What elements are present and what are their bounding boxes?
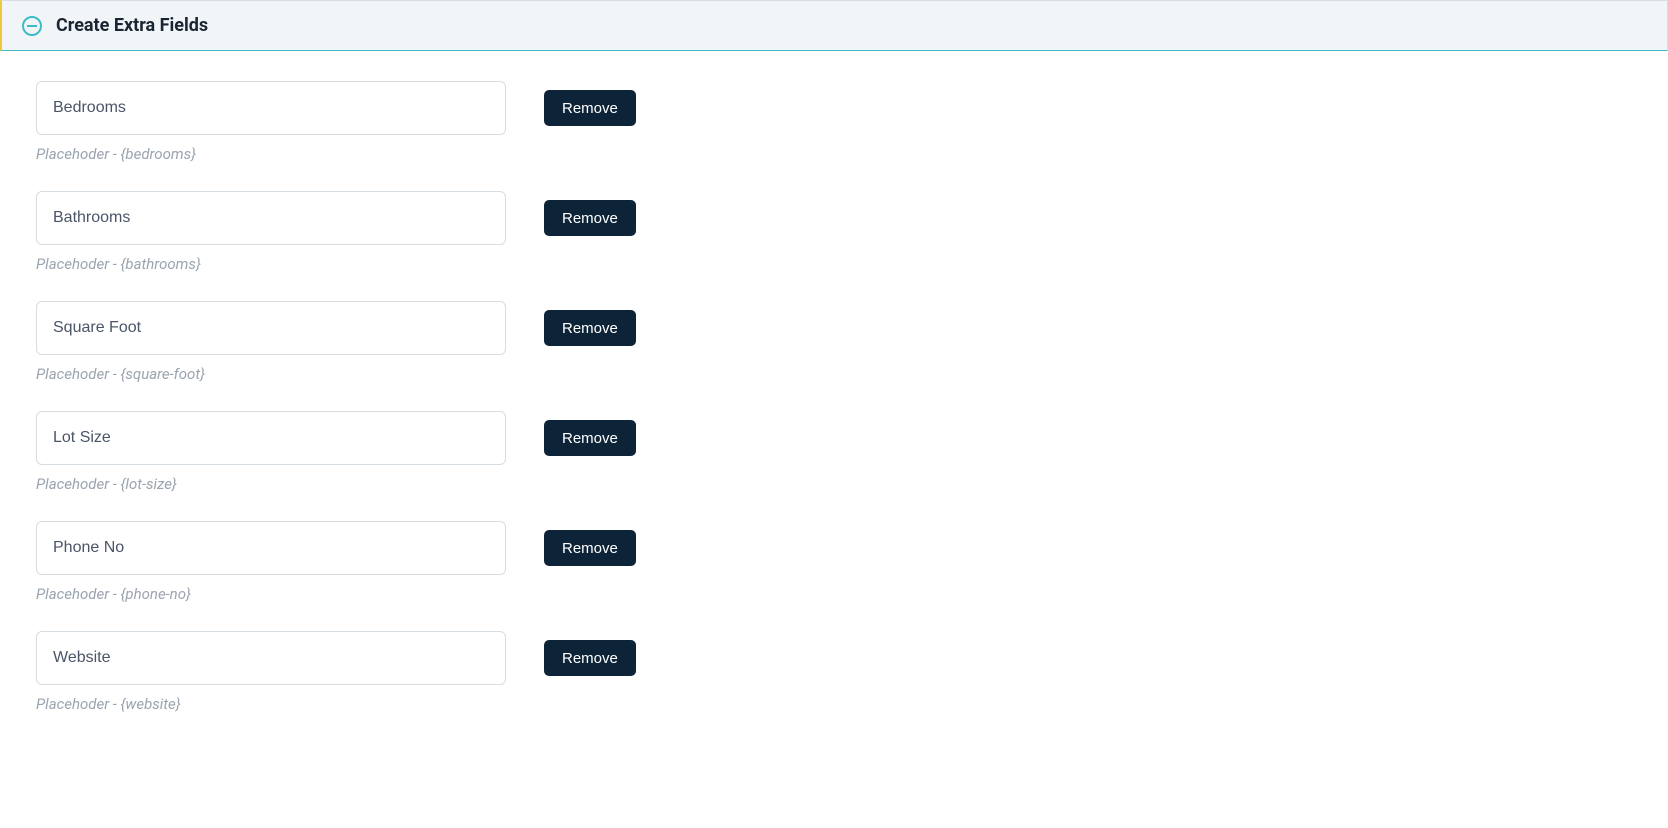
field-row: Placehoder - {lot-size} Remove xyxy=(36,411,1632,493)
field-col: Placehoder - {phone-no} xyxy=(36,521,506,603)
field-col: Placehoder - {website} xyxy=(36,631,506,713)
field-row: Placehoder - {phone-no} Remove xyxy=(36,521,1632,603)
placeholder-hint: Placehoder - {square-foot} xyxy=(36,365,506,383)
field-row: Placehoder - {square-foot} Remove xyxy=(36,301,1632,383)
remove-button[interactable]: Remove xyxy=(544,310,636,346)
remove-button[interactable]: Remove xyxy=(544,200,636,236)
field-row: Placehoder - {bathrooms} Remove xyxy=(36,191,1632,273)
collapse-icon[interactable] xyxy=(22,16,42,36)
remove-button[interactable]: Remove xyxy=(544,90,636,126)
remove-button[interactable]: Remove xyxy=(544,420,636,456)
field-row: Placehoder - {website} Remove xyxy=(36,631,1632,713)
placeholder-hint: Placehoder - {bedrooms} xyxy=(36,145,506,163)
field-input-phone-no[interactable] xyxy=(36,521,506,575)
field-input-square-foot[interactable] xyxy=(36,301,506,355)
remove-button[interactable]: Remove xyxy=(544,530,636,566)
field-input-website[interactable] xyxy=(36,631,506,685)
field-input-bedrooms[interactable] xyxy=(36,81,506,135)
field-col: Placehoder - {bedrooms} xyxy=(36,81,506,163)
field-input-lot-size[interactable] xyxy=(36,411,506,465)
panel-header: Create Extra Fields xyxy=(0,0,1668,51)
placeholder-hint: Placehoder - {lot-size} xyxy=(36,475,506,493)
panel-body: Placehoder - {bedrooms} Remove Placehode… xyxy=(0,51,1668,771)
field-col: Placehoder - {lot-size} xyxy=(36,411,506,493)
field-col: Placehoder - {bathrooms} xyxy=(36,191,506,273)
remove-button[interactable]: Remove xyxy=(544,640,636,676)
create-extra-fields-panel: Create Extra Fields Placehoder - {bedroo… xyxy=(0,0,1668,771)
field-row: Placehoder - {bedrooms} Remove xyxy=(36,81,1632,163)
field-col: Placehoder - {square-foot} xyxy=(36,301,506,383)
field-input-bathrooms[interactable] xyxy=(36,191,506,245)
placeholder-hint: Placehoder - {website} xyxy=(36,695,506,713)
panel-title: Create Extra Fields xyxy=(56,15,208,36)
placeholder-hint: Placehoder - {phone-no} xyxy=(36,585,506,603)
placeholder-hint: Placehoder - {bathrooms} xyxy=(36,255,506,273)
